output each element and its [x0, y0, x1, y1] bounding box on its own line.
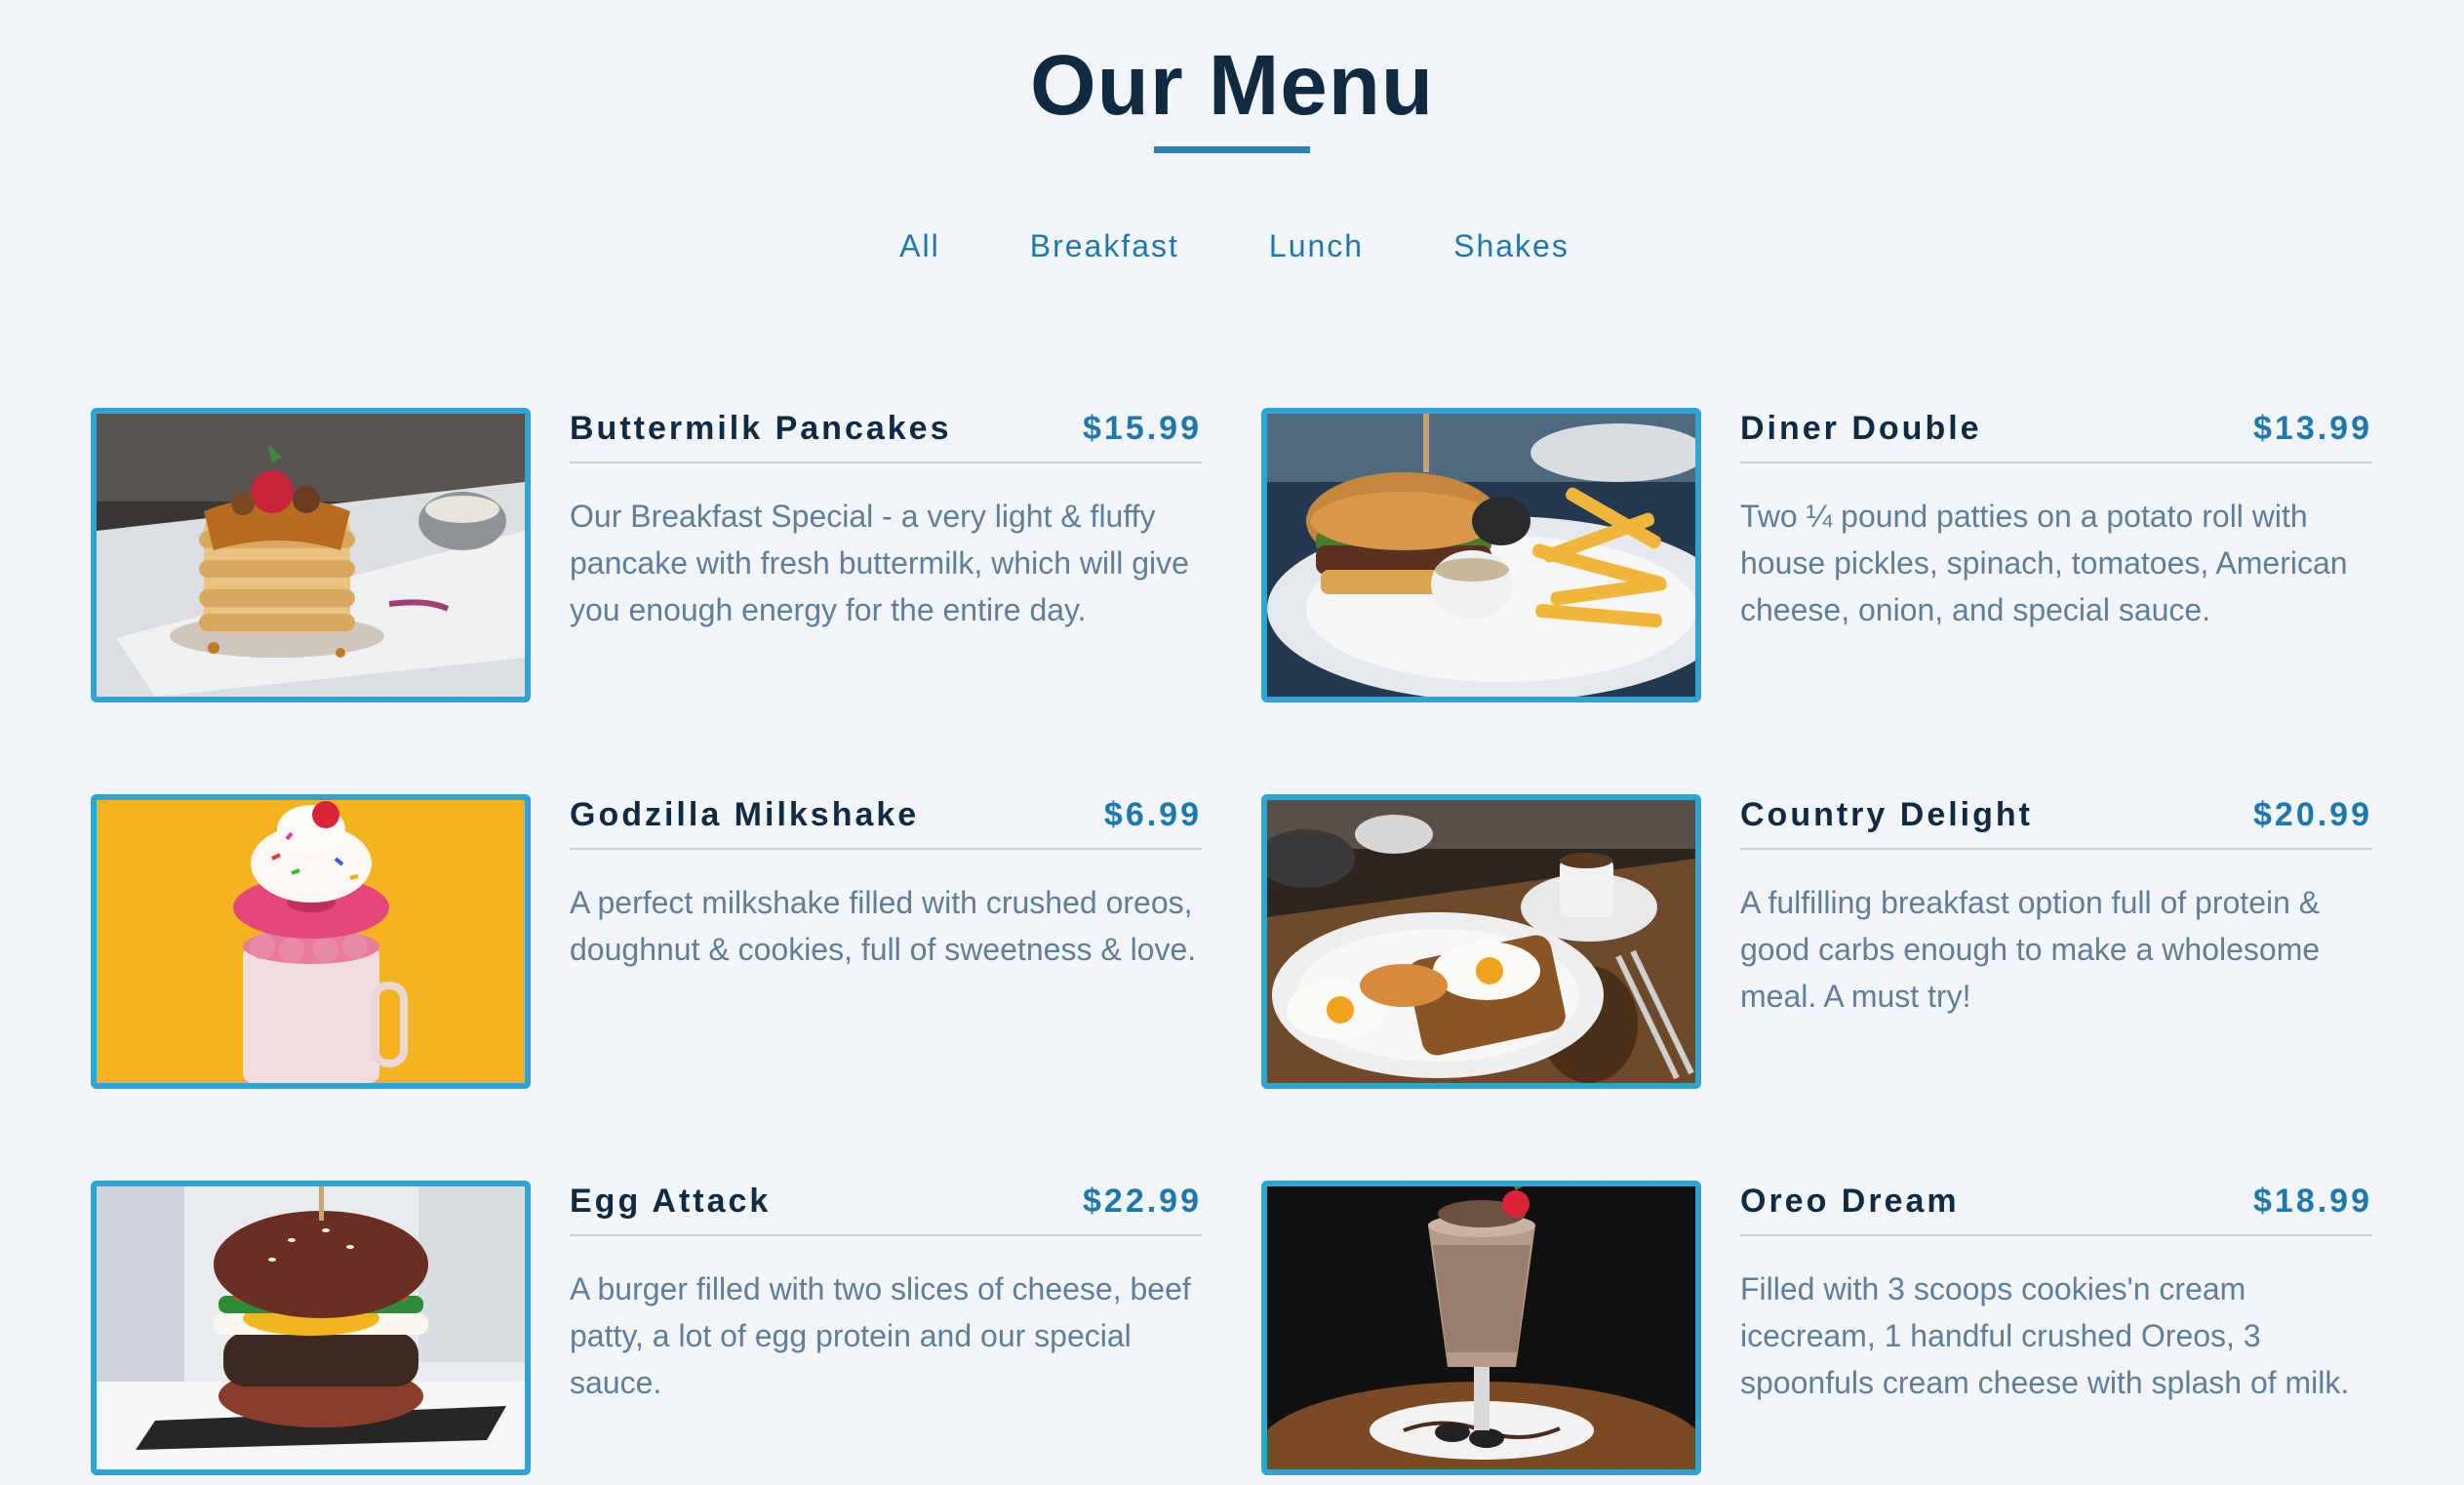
menu-item: Egg Attack $22.99 A burger filled with t…: [91, 1181, 1203, 1475]
menu-item-description: Filled with 3 scoops cookies'n cream ice…: [1740, 1271, 2350, 1400]
menu-item-description: A fulfilling breakfast option full of pr…: [1740, 885, 2321, 1014]
menu-item-name: Godzilla Milkshake: [570, 796, 920, 833]
menu-item-info: Oreo Dream $18.99 Filled with 3 scoops c…: [1740, 1181, 2372, 1473]
menu-item-name: Country Delight: [1740, 796, 2033, 833]
egg-burger-photo: [91, 1181, 531, 1475]
menu-item-description: Two ¼ pound patties on a potato roll wit…: [1740, 499, 2348, 627]
category-filters: All Breakfast Lunch Shakes: [0, 224, 2464, 268]
menu-item-header: Country Delight $20.99: [1740, 794, 2372, 850]
menu-item-price: $20.99: [2253, 796, 2372, 833]
menu-item-description: Our Breakfast Special - a very light & f…: [570, 499, 1189, 627]
menu-item-info: Diner Double $13.99 Two ¼ pound patties …: [1740, 408, 2372, 701]
menu-page: Our Menu All Breakfast Lunch Shakes Butt…: [0, 0, 2464, 1485]
menu-item-header: Buttermilk Pancakes $15.99: [570, 408, 1202, 463]
menu-item-price: $13.99: [2253, 410, 2372, 447]
menu-item-header: Oreo Dream $18.99: [1740, 1181, 2372, 1236]
filter-shakes-button[interactable]: Shakes: [1451, 224, 1571, 268]
menu-item-header: Egg Attack $22.99: [570, 1181, 1202, 1236]
menu-item-name: Diner Double: [1740, 410, 1982, 447]
menu-item-name: Buttermilk Pancakes: [570, 410, 952, 447]
menu-item: Diner Double $13.99 Two ¼ pound patties …: [1261, 408, 2373, 702]
menu-item: Oreo Dream $18.99 Filled with 3 scoops c…: [1261, 1181, 2373, 1475]
menu-item-info: Buttermilk Pancakes $15.99 Our Breakfast…: [570, 408, 1202, 701]
menu-item: Godzilla Milkshake $6.99 A perfect milks…: [91, 794, 1203, 1089]
filter-lunch-button[interactable]: Lunch: [1267, 224, 1366, 268]
menu-item-price: $18.99: [2253, 1183, 2372, 1220]
menu-item-name: Egg Attack: [570, 1183, 772, 1220]
menu-item-header: Godzilla Milkshake $6.99: [570, 794, 1202, 850]
menu-item-price: $15.99: [1083, 410, 1202, 447]
menu-item: Country Delight $20.99 A fulfilling brea…: [1261, 794, 2373, 1089]
filter-breakfast-button[interactable]: Breakfast: [1028, 224, 1181, 268]
breakfast-plate-photo: [1261, 794, 1701, 1089]
oreo-shake-photo: [1261, 1181, 1701, 1475]
milkshake-photo: [91, 794, 531, 1089]
menu-item-price: $6.99: [1103, 796, 1202, 833]
menu-item-description: A perfect milkshake filled with crushed …: [570, 885, 1197, 967]
menu-item-name: Oreo Dream: [1740, 1183, 1960, 1220]
page-title: Our Menu: [1030, 38, 1434, 133]
pancakes-photo: [91, 408, 531, 702]
menu-item: Buttermilk Pancakes $15.99 Our Breakfast…: [91, 408, 1203, 702]
menu-item-header: Diner Double $13.99: [1740, 408, 2372, 463]
title-underline: [1154, 146, 1310, 153]
menu-grid: Buttermilk Pancakes $15.99 Our Breakfast…: [91, 408, 2373, 1475]
menu-item-description: A burger filled with two slices of chees…: [570, 1271, 1191, 1400]
burger-fries-photo: [1261, 408, 1701, 702]
filter-all-button[interactable]: All: [897, 224, 942, 268]
menu-item-info: Egg Attack $22.99 A burger filled with t…: [570, 1181, 1202, 1473]
menu-item-price: $22.99: [1083, 1183, 1202, 1220]
menu-item-info: Country Delight $20.99 A fulfilling brea…: [1740, 794, 2372, 1087]
menu-item-info: Godzilla Milkshake $6.99 A perfect milks…: [570, 794, 1202, 1087]
